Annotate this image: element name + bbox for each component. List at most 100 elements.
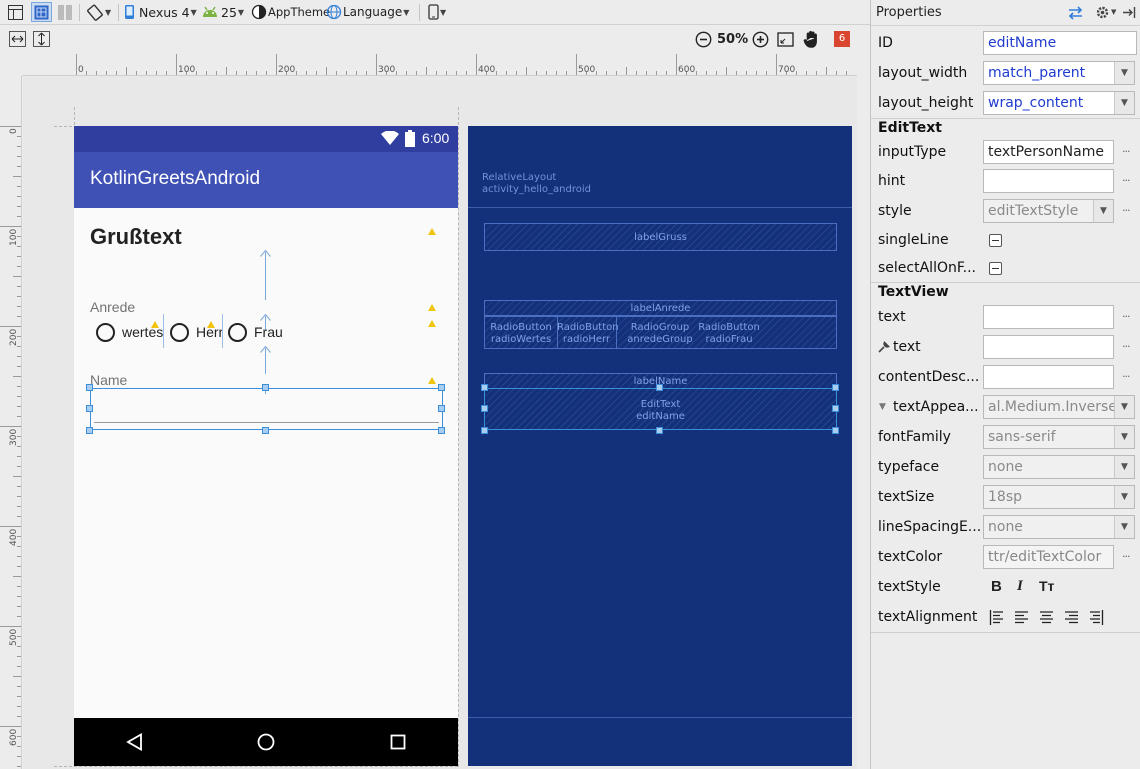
prop-input-type-input[interactable]: textPersonName [983, 140, 1114, 164]
warning-icon[interactable] [428, 320, 436, 327]
warning-icon[interactable] [428, 304, 436, 311]
resize-handle[interactable] [481, 405, 488, 412]
design-surface-button[interactable] [7, 2, 24, 22]
pan-button[interactable] [803, 30, 820, 53]
single-line-checkbox[interactable] [989, 234, 1002, 247]
expand-arrow-icon[interactable]: ▼ [879, 402, 886, 412]
select-all-checkbox[interactable] [989, 262, 1002, 275]
prop-hint-input[interactable] [983, 169, 1114, 193]
warning-icon[interactable] [428, 228, 436, 235]
layout-variant-dropdown[interactable]: ▼ [428, 2, 446, 22]
home-icon[interactable] [257, 733, 275, 751]
resize-handle[interactable] [438, 405, 445, 412]
prop-line-spacing-select[interactable]: none▼ [983, 515, 1135, 539]
ruler-tick [0, 326, 21, 327]
prop-text-color-input[interactable]: ttr/editTextColor [983, 545, 1114, 569]
blueprint-edit-name[interactable]: EditText editName [484, 388, 837, 430]
blueprint-radio-herr[interactable]: RadioButton radioHerr [557, 322, 616, 346]
prop-text-appearance-select[interactable]: al.Medium.Inverse▼ [983, 395, 1135, 419]
swap-view-icon[interactable] [1067, 6, 1084, 20]
blueprint-radio-frau[interactable]: RadioButton radioFrau [696, 322, 762, 346]
radio-herr[interactable]: Herr [170, 322, 224, 342]
blueprint-radio-group[interactable]: RadioButton radioWertes RadioButton radi… [484, 316, 837, 349]
resize-handle[interactable] [656, 427, 663, 434]
align-center-icon[interactable] [1039, 610, 1054, 625]
resize-handle[interactable] [481, 384, 488, 391]
zoom-out-button[interactable] [695, 31, 712, 52]
salutation-label[interactable]: Anrede [90, 299, 135, 315]
blueprint-anrede-group[interactable]: RadioGroup anredeGroup [622, 322, 698, 346]
edit-name-field[interactable] [90, 388, 443, 430]
align-left-icon[interactable] [1014, 610, 1029, 625]
device-preview[interactable]: 6:00 KotlinGreetsAndroid Grußtext Anrede… [74, 126, 458, 766]
align-end-icon[interactable] [1089, 610, 1104, 625]
more-icon[interactable]: ··· [1122, 340, 1130, 353]
gear-icon[interactable] [1095, 5, 1110, 20]
blueprint-label-anrede[interactable]: labelAnrede [484, 300, 837, 316]
more-icon[interactable]: ··· [1122, 550, 1130, 563]
all-caps-icon[interactable]: Tт [1039, 578, 1054, 594]
app-bar: KotlinGreetsAndroid [74, 152, 458, 208]
italic-icon[interactable]: I [1017, 578, 1023, 595]
hide-panel-icon[interactable] [1122, 6, 1136, 19]
device-dropdown[interactable]: Nexus 4 ▼ [124, 2, 197, 22]
root-layout-id: activity_hello_android [482, 184, 591, 196]
more-icon[interactable]: ··· [1122, 310, 1130, 323]
orientation-dropdown[interactable]: ▼ [86, 2, 111, 22]
prop-text-input[interactable] [983, 305, 1114, 329]
warning-icon[interactable] [207, 321, 215, 328]
prop-layout-width-select[interactable]: match_parent▼ [983, 61, 1135, 85]
name-label[interactable]: Name [90, 372, 127, 388]
resize-handle[interactable] [832, 384, 839, 391]
greeting-label[interactable]: Grußtext [90, 224, 182, 250]
warnings-badge[interactable]: 6 [834, 31, 850, 47]
recents-icon[interactable] [390, 734, 406, 750]
resize-handle[interactable] [86, 427, 93, 434]
resize-handle[interactable] [481, 427, 488, 434]
zoom-in-button[interactable] [752, 31, 769, 52]
resize-handle[interactable] [656, 384, 663, 391]
prop-tools-text-input[interactable] [983, 335, 1114, 359]
prop-label: typeface [878, 459, 984, 475]
radio-frau[interactable]: Frau [228, 322, 283, 342]
prop-font-family-select[interactable]: sans-serif▼ [983, 425, 1135, 449]
blueprint-radio-wertes[interactable]: RadioButton radioWertes [489, 322, 553, 346]
language-dropdown[interactable]: Language ▼ [326, 2, 409, 22]
blueprint-label-gruss[interactable]: labelGruss [484, 223, 837, 251]
expand-vertical-button[interactable] [33, 31, 50, 51]
resize-handle[interactable] [86, 384, 93, 391]
resize-handle[interactable] [832, 427, 839, 434]
resize-handle[interactable] [832, 405, 839, 412]
prop-content-description-input[interactable] [983, 365, 1114, 389]
both-views-button[interactable] [57, 2, 73, 22]
ruler-tick [116, 71, 117, 75]
more-icon[interactable]: ··· [1122, 145, 1130, 158]
warning-icon[interactable] [428, 377, 436, 384]
align-right-icon[interactable] [1064, 610, 1079, 625]
more-icon[interactable]: ··· [1122, 370, 1130, 383]
theme-dropdown[interactable]: AppTheme [251, 2, 330, 22]
prop-style-select[interactable]: editTextStyle▼ [983, 199, 1114, 223]
more-icon[interactable]: ··· [1122, 174, 1130, 187]
expand-horizontal-button[interactable] [9, 31, 26, 51]
prop-typeface-select[interactable]: none▼ [983, 455, 1135, 479]
resize-handle[interactable] [262, 427, 269, 434]
prop-text-size-select[interactable]: 18sp▼ [983, 485, 1135, 509]
resize-handle[interactable] [262, 384, 269, 391]
align-start-icon[interactable] [989, 610, 1004, 625]
resize-handle[interactable] [438, 384, 445, 391]
api-level-dropdown[interactable]: 25 ▼ [201, 2, 244, 22]
radio-circle-icon [96, 323, 115, 342]
bold-icon[interactable]: B [991, 578, 1002, 595]
prop-id-input[interactable]: editName [983, 31, 1137, 55]
back-icon[interactable] [126, 733, 143, 751]
blueprint-view-button[interactable] [31, 2, 52, 22]
warning-icon[interactable] [151, 321, 159, 328]
resize-handle[interactable] [438, 427, 445, 434]
prop-layout-height-select[interactable]: wrap_content▼ [983, 91, 1135, 115]
more-icon[interactable]: ··· [1122, 204, 1130, 217]
chevron-down-icon[interactable]: ▼ [1111, 8, 1116, 16]
zoom-to-fit-button[interactable] [777, 31, 794, 52]
resize-handle[interactable] [86, 405, 93, 412]
blueprint-view[interactable]: RelativeLayout activity_hello_android la… [468, 126, 852, 766]
